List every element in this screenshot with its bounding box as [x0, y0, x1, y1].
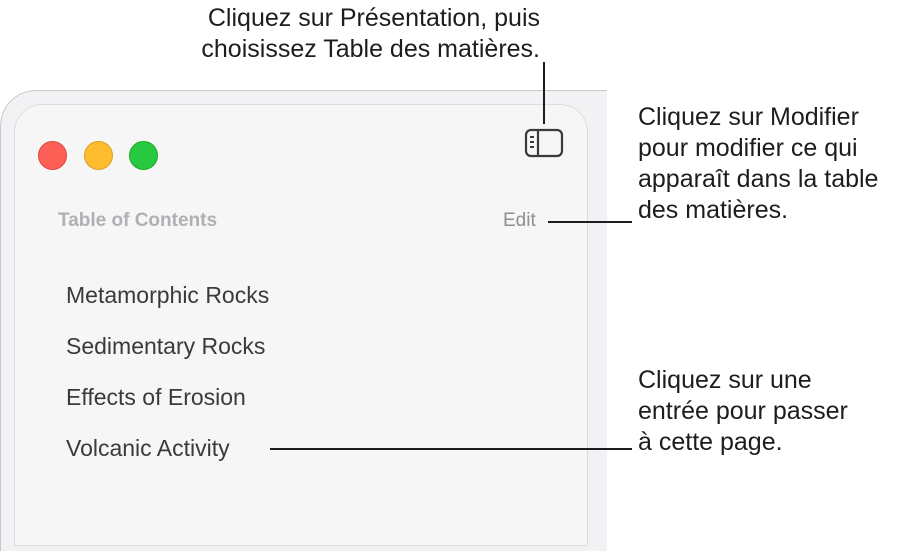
edit-button[interactable]: Edit — [503, 210, 536, 232]
close-window-button[interactable] — [38, 141, 67, 170]
callout-entry-line2: entrée pour passer — [638, 397, 848, 425]
books-window — [14, 104, 588, 546]
callout-presentation-line2: choisissez Table des matières. — [201, 35, 540, 63]
callout-edit-line1: Cliquez sur Modifier — [638, 103, 859, 131]
zoom-window-button[interactable] — [129, 141, 158, 170]
toc-item-metamorphic-rocks[interactable]: Metamorphic Rocks — [66, 282, 269, 309]
sidebar-icon[interactable] — [524, 128, 564, 158]
leader-line-presentation — [543, 62, 545, 124]
callout-presentation-line1: Cliquez sur Présentation, puis — [207, 4, 540, 32]
sidebar-toggle-glyph — [524, 128, 564, 158]
callout-edit-line3: apparaît dans la table — [638, 165, 879, 193]
leader-line-entry — [270, 448, 632, 450]
callout-entry-line1: Cliquez sur une — [638, 366, 812, 394]
callout-edit-line2: pour modifier ce qui — [638, 134, 858, 162]
callout-entry-line3: à cette page. — [638, 428, 783, 456]
minimize-window-button[interactable] — [84, 141, 113, 170]
toc-item-sedimentary-rocks[interactable]: Sedimentary Rocks — [66, 333, 265, 360]
callout-presentation: Cliquez sur Présentation, puis choisisse… — [130, 3, 540, 65]
callout-entry: Cliquez sur une entrée pour passer à cet… — [638, 365, 848, 458]
callout-edit-line4: des matières. — [638, 196, 789, 224]
leader-line-edit — [548, 221, 632, 223]
toc-item-volcanic-activity[interactable]: Volcanic Activity — [66, 435, 230, 462]
toc-item-effects-of-erosion[interactable]: Effects of Erosion — [66, 384, 246, 411]
toc-heading: Table of Contents — [58, 210, 218, 231]
callout-edit: Cliquez sur Modifier pour modifier ce qu… — [638, 102, 878, 226]
